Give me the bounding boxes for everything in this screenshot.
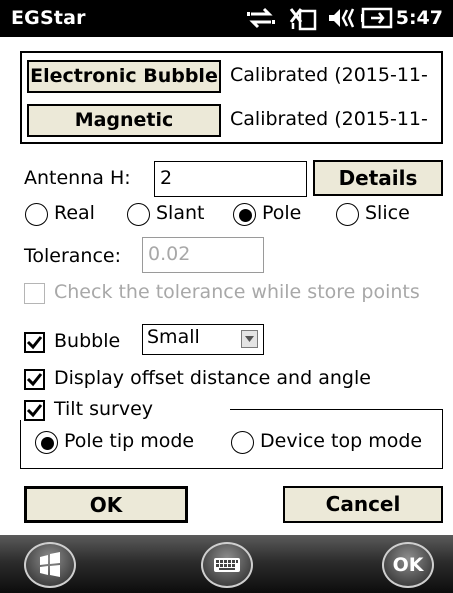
cancel-button[interactable]: Cancel xyxy=(283,486,443,523)
checkbox-box xyxy=(24,332,45,353)
windows-start-icon[interactable] xyxy=(24,542,76,588)
battery-icon[interactable] xyxy=(361,5,395,31)
radio-label: Slice xyxy=(365,202,410,224)
radio-label: Slant xyxy=(156,202,205,224)
radio-circle-icon xyxy=(25,203,48,226)
calibration-group: Electronic Bubble Calibrated (2015-11- M… xyxy=(20,51,443,144)
volume-icon[interactable] xyxy=(327,5,357,31)
network-sync-icon[interactable] xyxy=(245,5,277,31)
status-bar: EGStar 5:47 xyxy=(0,0,453,37)
checkbox-box xyxy=(24,369,45,390)
radio-circle-icon xyxy=(231,431,254,454)
radio-label: Real xyxy=(54,202,95,224)
keyboard-icon[interactable] xyxy=(201,542,253,588)
magnetic-status: Calibrated (2015-11- xyxy=(230,108,428,130)
details-button[interactable]: Details xyxy=(313,160,443,196)
softkey-ok-button[interactable]: OK xyxy=(382,542,434,588)
radio-circle-icon xyxy=(35,431,58,454)
checkbox-label: Check the tolerance while store points xyxy=(54,281,420,303)
tolerance-label: Tolerance: xyxy=(24,245,122,267)
checkbox-label: Tilt survey xyxy=(54,398,153,420)
check-mark-icon xyxy=(26,336,43,350)
signal-icon[interactable] xyxy=(288,5,318,31)
radio-label: Pole tip mode xyxy=(64,430,195,452)
electronic-bubble-button[interactable]: Electronic Bubble xyxy=(27,60,221,93)
softkey-ok-label: OK xyxy=(392,554,424,576)
radio-label: Device top mode xyxy=(260,430,423,452)
dropdown-arrow-icon[interactable] xyxy=(241,330,258,348)
antenna-height-input[interactable]: 2 xyxy=(154,161,307,197)
tolerance-input[interactable]: 0.02 xyxy=(142,237,264,273)
radio-circle-icon xyxy=(233,203,256,226)
magnetic-button[interactable]: Magnetic xyxy=(27,104,221,137)
bubble-size-select[interactable]: Small xyxy=(142,324,264,355)
antenna-height-label: Antenna H: xyxy=(24,167,131,189)
clock: 5:47 xyxy=(395,7,443,29)
radio-selected-dot xyxy=(239,209,252,222)
checkbox-box xyxy=(24,400,45,421)
checkbox-box xyxy=(24,283,45,304)
check-mark-icon xyxy=(26,404,43,418)
checkbox-label: Bubble xyxy=(54,330,121,352)
radio-selected-dot xyxy=(41,437,54,450)
electronic-bubble-status: Calibrated (2015-11- xyxy=(230,64,428,86)
checkbox-label: Display offset distance and angle xyxy=(54,367,371,389)
radio-label: Pole xyxy=(262,202,302,224)
check-mark-icon xyxy=(26,373,43,387)
bubble-size-value: Small xyxy=(147,326,200,348)
radio-circle-icon xyxy=(336,203,359,226)
radio-circle-icon xyxy=(127,203,150,226)
app-title: EGStar xyxy=(11,7,86,29)
ok-button[interactable]: OK xyxy=(24,486,188,523)
